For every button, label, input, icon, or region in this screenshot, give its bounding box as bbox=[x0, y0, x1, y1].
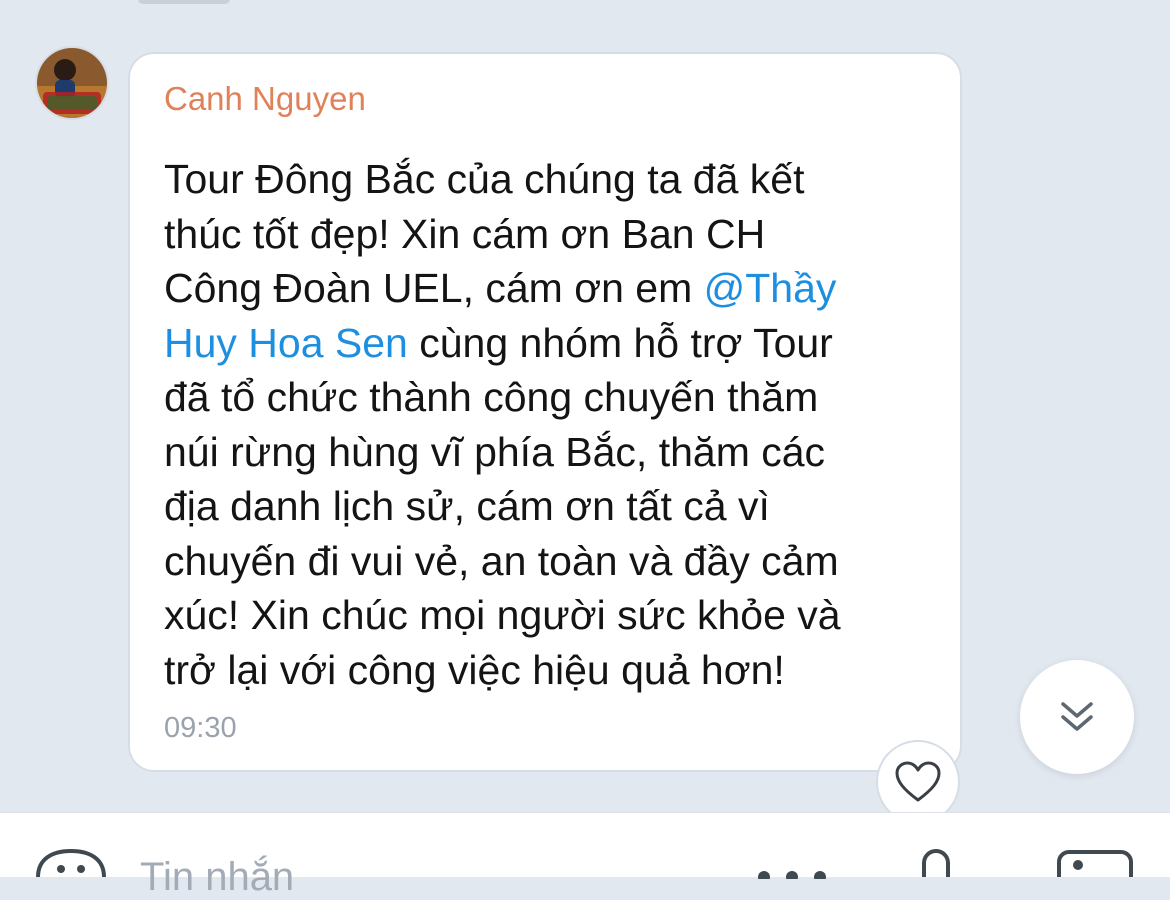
message-line: Huy Hoa Sen cùng nhóm hỗ trợ Tour bbox=[164, 316, 924, 371]
message-line-text: thúc tốt đẹp! Xin cám ơn Ban CH bbox=[164, 210, 766, 257]
message-line-text: xúc! Xin chúc mọi người sức khỏe và bbox=[164, 592, 841, 638]
message-line: đã tổ chức thành công chuyến thăm bbox=[164, 370, 924, 425]
message-line-text: địa danh lịch sử, cám ơn tất cả vì bbox=[164, 483, 770, 529]
emoji-icon[interactable] bbox=[34, 847, 108, 877]
message-line: Tour Đông Bắc của chúng ta đã kết bbox=[164, 152, 924, 207]
image-icon[interactable] bbox=[1056, 849, 1134, 877]
message-line: chuyến đi vui vẻ, an toàn và đầy cảm bbox=[164, 534, 924, 589]
message-time: 09:30 bbox=[164, 712, 237, 744]
message-line-text: Tour Đông Bắc của chúng ta đã kết bbox=[164, 156, 805, 202]
message-input[interactable]: Tin nhắn bbox=[140, 855, 294, 900]
message-line: núi rừng hùng vĩ phía Bắc, thăm các bbox=[164, 425, 924, 480]
message-line-text: chuyến đi vui vẻ, an toàn và đầy cảm bbox=[164, 537, 839, 584]
scroll-to-bottom-button[interactable] bbox=[1020, 660, 1134, 774]
message-line-text: trở lại với công việc hiệu quả hơn! bbox=[164, 646, 785, 693]
message-line-text: núi rừng hùng vĩ phía Bắc, thăm các bbox=[164, 428, 826, 475]
message-line: xúc! Xin chúc mọi người sức khỏe và bbox=[164, 588, 924, 643]
mention-link[interactable]: @Thầy bbox=[704, 265, 837, 311]
message-line: trở lại với công việc hiệu quả hơn! bbox=[164, 643, 924, 698]
message-line-text: đã tổ chức thành công chuyến thăm bbox=[164, 374, 819, 420]
message-line: Công Đoàn UEL, cám ơn em @Thầy bbox=[164, 261, 924, 316]
avatar[interactable] bbox=[35, 46, 109, 120]
message-line: địa danh lịch sử, cám ơn tất cả vì bbox=[164, 479, 924, 534]
message-bubble[interactable]: Canh Nguyen Tour Đông Bắc của chúng ta đ… bbox=[128, 52, 962, 772]
message-text: Tour Đông Bắc của chúng ta đã kết thúc tố… bbox=[164, 152, 924, 697]
message-line: thúc tốt đẹp! Xin cám ơn Ban CH bbox=[164, 207, 924, 262]
more-icon[interactable] bbox=[752, 869, 832, 879]
double-chevron-down-icon bbox=[1061, 702, 1093, 731]
avatar-image bbox=[37, 48, 107, 118]
message-line-text: Công Đoàn UEL, cám ơn em bbox=[164, 265, 704, 311]
mention-link[interactable]: Huy Hoa Sen bbox=[164, 320, 408, 366]
previous-message-edge bbox=[138, 0, 230, 4]
microphone-icon[interactable] bbox=[918, 847, 954, 877]
message-line-text: cùng nhóm hỗ trợ Tour bbox=[407, 319, 833, 366]
sender-name[interactable]: Canh Nguyen bbox=[164, 80, 366, 118]
heart-icon bbox=[895, 761, 941, 802]
composer-bar: Tin nhắn bbox=[0, 812, 1170, 899]
